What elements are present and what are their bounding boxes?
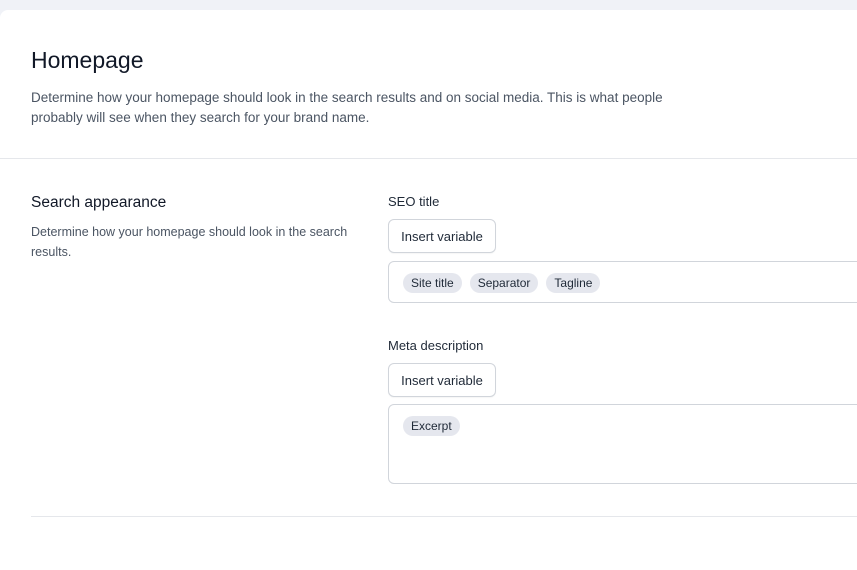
variable-chip[interactable]: Tagline bbox=[546, 273, 601, 293]
page-title: Homepage bbox=[31, 47, 144, 73]
seo-title-insert-variable-button[interactable]: Insert variable bbox=[388, 219, 496, 253]
meta-description-insert-variable-button[interactable]: Insert variable bbox=[388, 363, 496, 397]
section-title: Search appearance bbox=[31, 194, 167, 211]
variable-chip[interactable]: Excerpt bbox=[403, 416, 460, 436]
meta-description-label: Meta description bbox=[388, 338, 484, 353]
variable-chip[interactable]: Site title bbox=[403, 273, 462, 293]
page-header: Homepage Determine how your homepage sho… bbox=[31, 46, 671, 128]
meta-description-field[interactable]: Excerpt bbox=[388, 404, 857, 484]
variable-chip[interactable]: Separator bbox=[469, 273, 539, 293]
section-divider bbox=[31, 516, 857, 517]
seo-title-field[interactable]: Site title Separator Tagline bbox=[388, 261, 857, 303]
settings-card: Homepage Determine how your homepage sho… bbox=[0, 10, 857, 570]
page-description: Determine how your homepage should look … bbox=[31, 90, 663, 125]
seo-title-label: SEO title bbox=[388, 194, 440, 209]
header-divider bbox=[0, 158, 857, 159]
search-appearance-section: Search appearance Determine how your hom… bbox=[31, 193, 351, 262]
section-description: Determine how your homepage should look … bbox=[31, 225, 348, 259]
